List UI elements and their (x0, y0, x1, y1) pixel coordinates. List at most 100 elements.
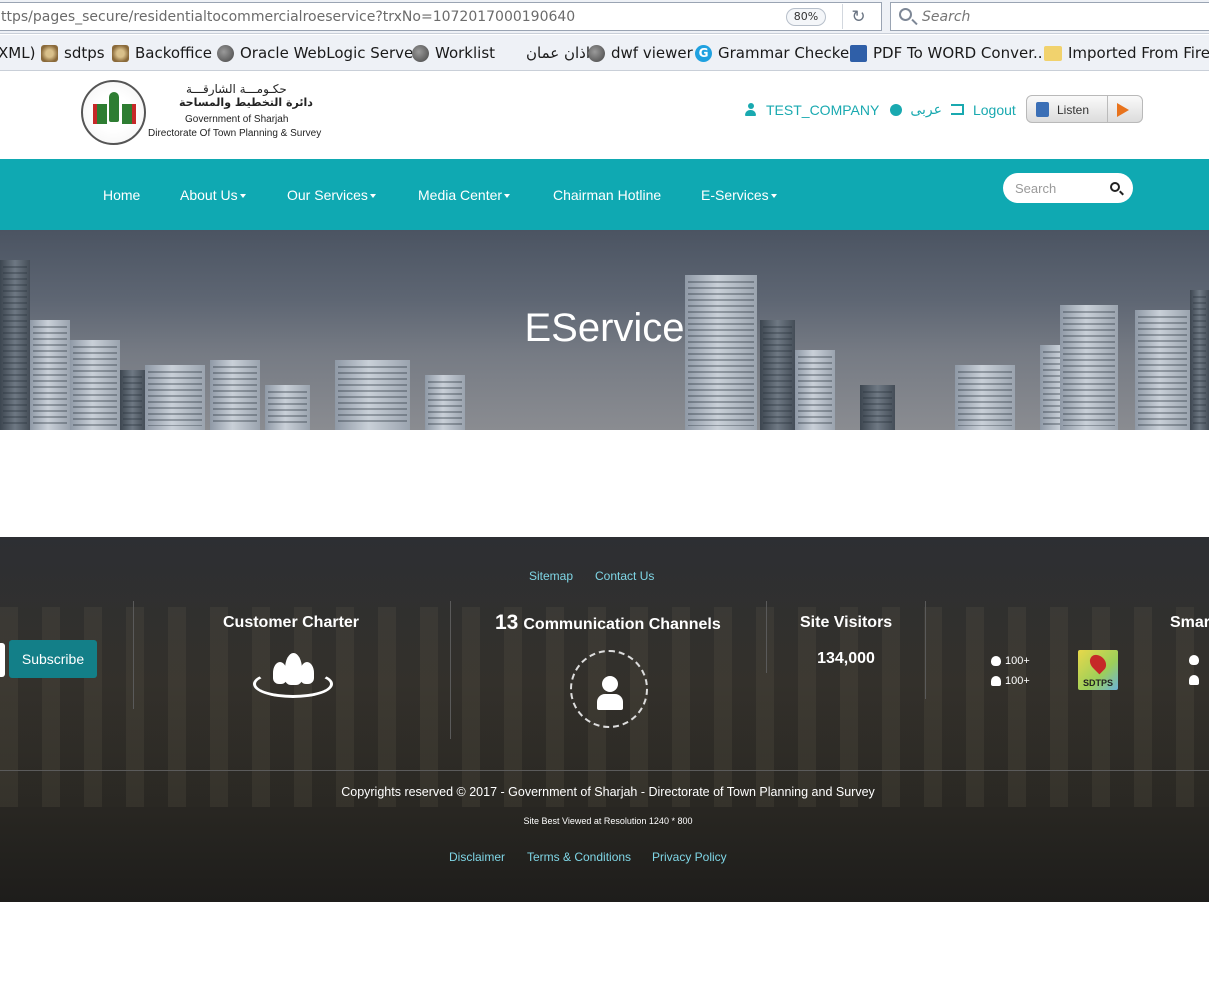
customer-charter-heading[interactable]: Customer Charter (223, 614, 359, 632)
footer-link-disclaimer[interactable]: Disclaimer (449, 850, 505, 864)
skyline-building (70, 340, 120, 430)
zoom-indicator[interactable]: 80% (786, 8, 826, 26)
nav-label: Media Center (418, 187, 503, 203)
footer-rule (0, 770, 1209, 771)
globe-icon (412, 44, 429, 62)
site-visitors-count: 134,000 (817, 650, 875, 667)
apple-icon (991, 656, 1001, 666)
footer-link-privacy[interactable]: Privacy Policy (652, 850, 727, 864)
skyline-building (210, 360, 260, 430)
logo-arabic-line2: دائرة التخطيط والمساحة (179, 96, 313, 109)
footer-link-terms[interactable]: Terms & Conditions (527, 850, 631, 864)
footer-divider (450, 601, 451, 739)
apple-icon-2[interactable] (1189, 655, 1199, 665)
bookmark-imported[interactable]: Imported From Firefox (1044, 44, 1209, 62)
communication-channels-heading[interactable]: 13 Communication Channels (495, 611, 721, 635)
bookmark-athan[interactable]: اذان عمان (526, 44, 590, 62)
bookmark-xml[interactable]: XML) (0, 44, 35, 62)
nav-home[interactable]: Home (103, 187, 140, 203)
footer-link-sitemap[interactable]: Sitemap (529, 569, 573, 583)
resolution-note: Site Best Viewed at Resolution 1240 * 80… (523, 816, 693, 826)
nav-label: Our Services (287, 187, 368, 203)
nav-chairman-hotline[interactable]: Chairman Hotline (553, 187, 661, 203)
skyline-building (795, 350, 835, 430)
android-downloads[interactable]: 100+ (991, 675, 1030, 687)
channels-count: 13 (495, 611, 519, 634)
sharjah-emblem-icon[interactable] (81, 80, 146, 145)
android-icon (1189, 675, 1199, 685)
site-search-input[interactable] (1015, 179, 1105, 197)
globe-icon (217, 44, 234, 62)
bookmark-weblogic[interactable]: Oracle WebLogic Server (217, 44, 419, 62)
user-icon (745, 103, 756, 116)
browser-toolbar: ttps/pages_secure/residentialtocommercia… (0, 0, 1209, 34)
android-icon (991, 676, 1001, 686)
download-count: 100+ (1005, 675, 1030, 687)
browser-search-placeholder: Search (922, 9, 971, 25)
crest-icon (112, 44, 129, 62)
footer-divider (133, 601, 134, 709)
download-count: 100+ (1005, 655, 1030, 667)
ios-downloads[interactable]: 100+ (991, 655, 1030, 667)
listen-button[interactable]: Listen (1026, 95, 1143, 123)
sdtps-app-icon[interactable]: SDTPS (1078, 650, 1118, 690)
logo-arabic-line1: حكـومـــة الشارقـــة (186, 82, 287, 96)
bookmark-backoffice[interactable]: Backoffice (112, 44, 212, 62)
bookmark-label: sdtps (64, 44, 105, 62)
speaker-icon (1036, 102, 1049, 117)
nav-label: Home (103, 187, 141, 203)
browser-search[interactable]: Search (890, 2, 1209, 31)
pdf-icon (850, 44, 867, 62)
bookmark-grammar[interactable]: G Grammar Checker (695, 44, 855, 62)
nav-label: About Us (180, 187, 238, 203)
agent-body (597, 694, 623, 710)
language-link[interactable]: عربى (910, 101, 942, 118)
logout-link[interactable]: Logout (973, 102, 1016, 118)
apple-icon (1189, 655, 1199, 665)
play-icon[interactable] (1117, 103, 1129, 117)
hero-banner: EService (0, 230, 1209, 430)
address-text[interactable]: ttps/pages_secure/residentialtocommercia… (1, 9, 575, 25)
footer-link-contact-us[interactable]: Contact Us (595, 569, 654, 583)
channels-label: Communication Channels (523, 616, 721, 633)
bookmark-label: dwf viewer (611, 44, 693, 62)
nav-label: E-Services (701, 187, 769, 203)
bookmark-pdf[interactable]: PDF To WORD Conver... (850, 44, 1047, 62)
user-area: TEST_COMPANY عربى Logout (745, 101, 1016, 118)
bookmark-sdtps[interactable]: sdtps (41, 44, 105, 62)
skyline-building (955, 365, 1015, 430)
nav-our-services[interactable]: Our Services (287, 187, 376, 203)
nav-label: Chairman Hotline (553, 187, 662, 203)
subscribe-email-input[interactable] (0, 643, 5, 677)
caret-down-icon (369, 194, 376, 199)
map-pin-icon (1086, 651, 1110, 675)
people-group-icon[interactable] (253, 650, 333, 700)
listen-label: Listen (1057, 103, 1090, 117)
smart-apps-heading: Smar (1170, 614, 1209, 631)
skyline-building (425, 375, 465, 430)
search-icon[interactable] (1110, 182, 1120, 192)
bookmark-label: XML) (0, 44, 36, 62)
username-link[interactable]: TEST_COMPANY (766, 102, 879, 118)
nav-about-us[interactable]: About Us (180, 187, 246, 203)
android-icon-2[interactable] (1189, 675, 1199, 685)
reload-icon[interactable]: ↻ (842, 4, 874, 29)
nav-media-center[interactable]: Media Center (418, 187, 511, 203)
subscribe-button[interactable]: Subscribe (9, 640, 97, 678)
footer-divider (925, 601, 926, 699)
flag-left-icon (93, 104, 107, 124)
agent-head (602, 676, 618, 692)
caret-down-icon (770, 194, 777, 199)
communication-channels-icon[interactable] (570, 650, 648, 728)
folder-icon (1044, 45, 1062, 61)
address-bar[interactable]: ttps/pages_secure/residentialtocommercia… (0, 2, 882, 31)
main-nav: Home About Us Our Services Media Center … (0, 159, 1209, 230)
bookmark-dwf[interactable]: dwf viewer (588, 44, 693, 62)
nav-e-services[interactable]: E-Services (701, 187, 777, 203)
bookmark-worklist[interactable]: Worklist (412, 44, 495, 62)
bookmark-label: Imported From Firefox (1068, 44, 1209, 62)
listen-divider (1107, 96, 1108, 122)
bookmark-label: Grammar Checker (718, 44, 856, 62)
logo-english-line1: Government of Sharjah (185, 114, 289, 125)
flag-right-icon (122, 104, 136, 124)
